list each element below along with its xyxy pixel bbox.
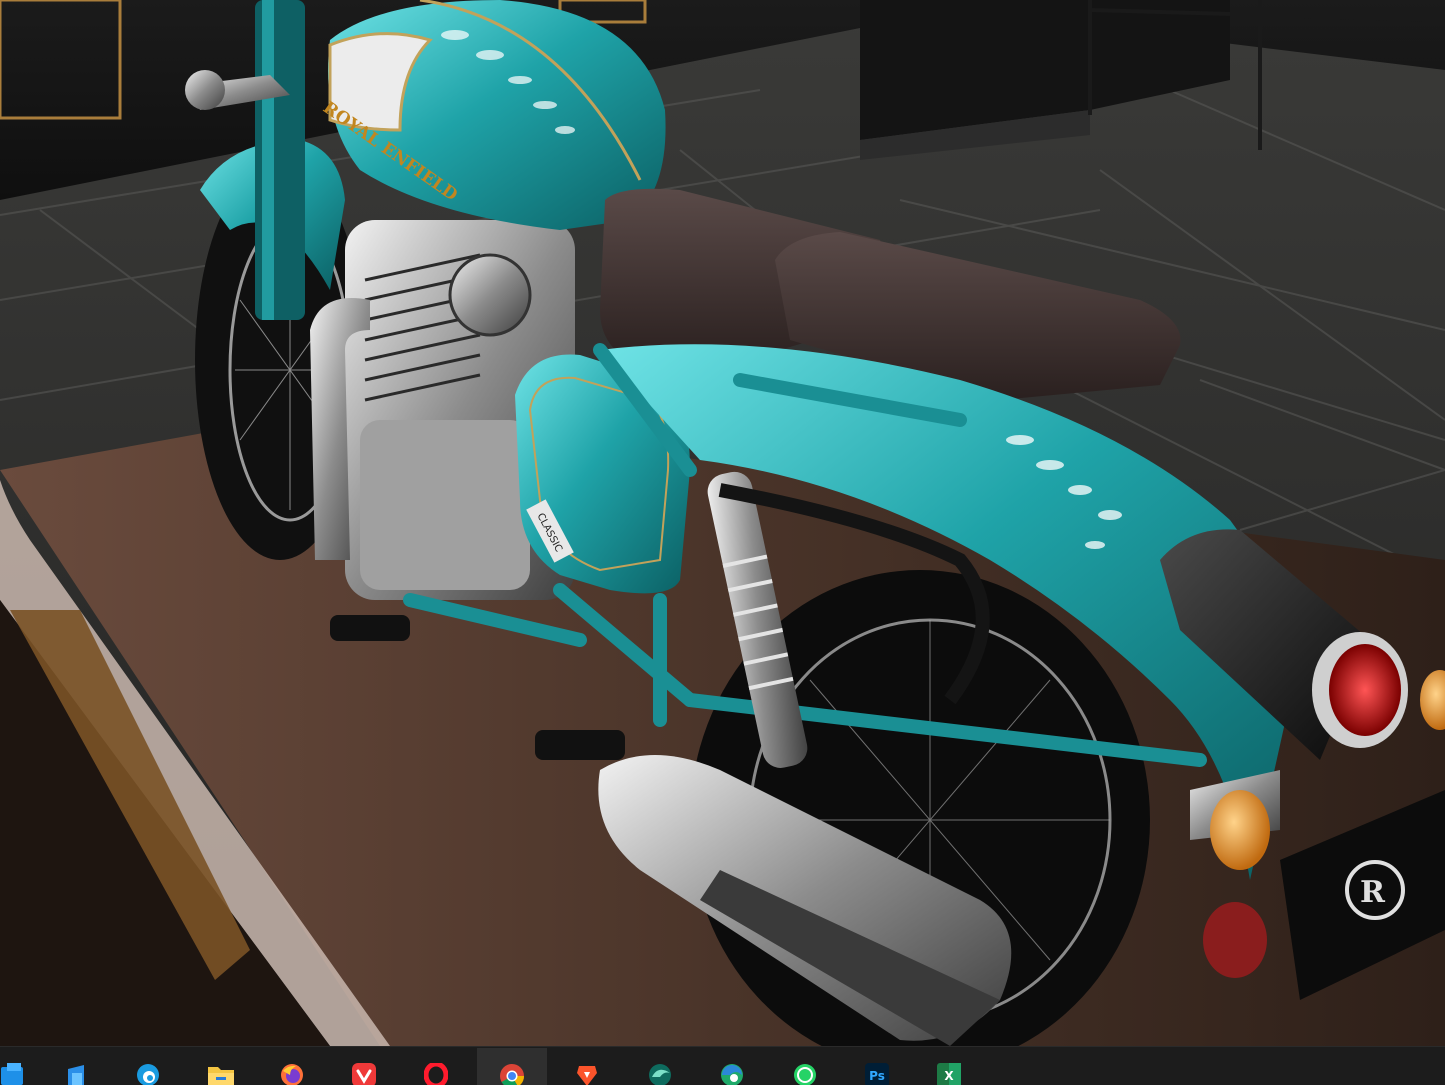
taskbar-item-firefox[interactable]: [273, 1055, 311, 1085]
windows-taskbar: Ps X: [0, 1046, 1445, 1085]
rider-footpeg: [330, 615, 410, 641]
store-icon: [68, 1065, 84, 1085]
taskbar-item-edge[interactable]: [713, 1055, 751, 1085]
rear-reflector: [1203, 902, 1267, 978]
taskbar-item-vivaldi[interactable]: [345, 1055, 383, 1085]
file-explorer-icon: [1, 1063, 23, 1085]
taskbar-item-brave[interactable]: [568, 1055, 606, 1085]
taskbar-item-excel[interactable]: X: [930, 1055, 968, 1085]
motorcycle-render: ROYAL ENFIELD CLASSIC R: [0, 0, 1445, 1046]
taskbar-item-opera[interactable]: [417, 1055, 455, 1085]
brand-logo-icon: R: [1360, 875, 1386, 910]
taskbar-item-file-explorer[interactable]: [0, 1055, 32, 1085]
taskbar-item-chrome[interactable]: [477, 1048, 547, 1085]
opera-icon: [424, 1063, 448, 1085]
taskbar-item-file-explorer-folder[interactable]: [201, 1055, 239, 1085]
excel-label: X: [944, 1069, 954, 1083]
edge-beta-icon: [137, 1064, 159, 1085]
taskbar-item-microsoft-store[interactable]: [57, 1055, 95, 1085]
pillion-footpeg: [535, 730, 625, 760]
edge-dev-icon: [649, 1064, 671, 1085]
motorcycle-render-viewport[interactable]: ROYAL ENFIELD CLASSIC R: [0, 0, 1445, 1046]
firefox-icon: [281, 1064, 303, 1085]
folder-icon: [208, 1067, 234, 1085]
whatsapp-icon: [794, 1064, 816, 1085]
chrome-icon: [500, 1064, 525, 1085]
photoshop-label: Ps: [869, 1069, 885, 1083]
taskbar-item-edge-dev[interactable]: [641, 1055, 679, 1085]
taskbar-item-edge-beta[interactable]: [129, 1055, 167, 1085]
edge-icon: [721, 1064, 743, 1085]
brave-icon: [577, 1066, 597, 1085]
vivaldi-icon: [352, 1063, 376, 1085]
taskbar-item-photoshop[interactable]: Ps: [858, 1055, 896, 1085]
taskbar-item-whatsapp[interactable]: [786, 1055, 824, 1085]
